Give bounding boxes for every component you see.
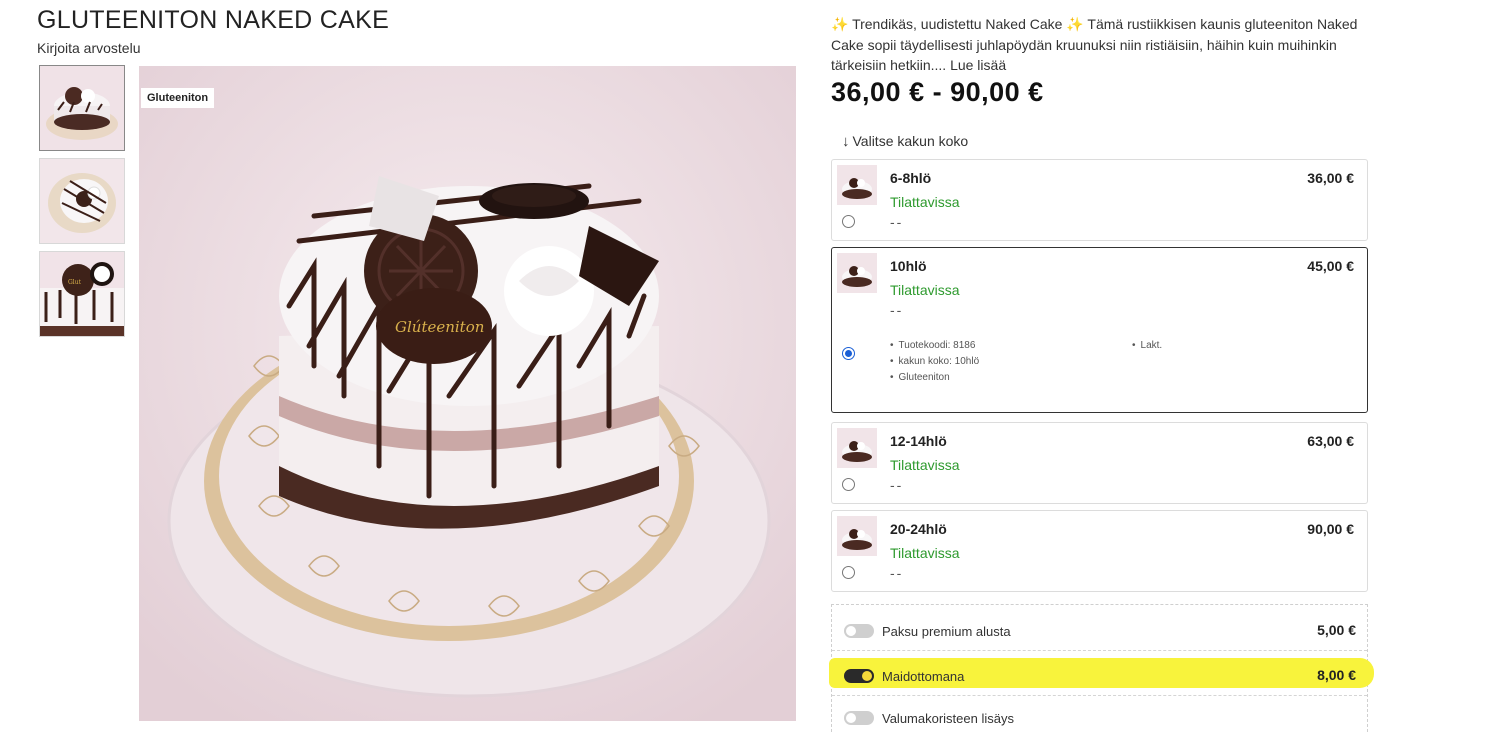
addon-toggle[interactable]	[844, 624, 874, 638]
option-price: 36,00 €	[1307, 170, 1354, 186]
option-status: Tilattavissa	[890, 282, 960, 298]
addon-price: 8,00 €	[1317, 667, 1356, 683]
thumbnail-1[interactable]	[39, 65, 125, 151]
option-name: 6-8hlö	[890, 170, 932, 186]
divider	[832, 695, 1367, 696]
gluten-free-badge: Gluteeniton	[141, 88, 215, 108]
option-name: 20-24hlö	[890, 521, 947, 537]
divider	[832, 650, 1367, 651]
option-radio[interactable]	[842, 566, 855, 579]
option-dash: --	[890, 477, 904, 493]
size-option-10[interactable]: 10hlö Tilattavissa -- 45,00 € Tuotekoodi…	[831, 247, 1368, 413]
description-text: ✨ Trendikäs, uudistettu Naked Cake ✨ Täm…	[831, 16, 1358, 73]
option-radio[interactable]	[842, 478, 855, 491]
option-name: 10hlö	[890, 258, 927, 274]
option-details: Tuotekoodi: 8186 kakun koko: 10hlö Glute…	[890, 338, 979, 386]
option-thumbnail	[837, 165, 877, 205]
detail-item: Tuotekoodi: 8186	[890, 340, 975, 351]
option-dash: --	[890, 565, 904, 581]
detail-item: Gluteeniton	[890, 372, 950, 383]
price-range: 36,00 € - 90,00 €	[831, 77, 1044, 107]
addon-price: 5,00 €	[1317, 622, 1356, 638]
thumbnail-2[interactable]	[39, 158, 125, 244]
addon-dairy-free[interactable]: Maidottomana 8,00 €	[829, 655, 1374, 695]
size-option-6-8[interactable]: 6-8hlö Tilattavissa -- 36,00 €	[831, 159, 1368, 241]
product-description: ✨ Trendikäs, uudistettu Naked Cake ✨ Täm…	[831, 14, 1371, 76]
option-details-right: Lakt.	[1132, 338, 1162, 354]
option-dash: --	[890, 302, 904, 318]
toggle-knob	[862, 671, 872, 681]
size-selector-label: ↓ Valitse kakun koko	[842, 133, 968, 150]
read-more-link[interactable]: Lue lisää	[950, 57, 1006, 73]
size-option-12-14[interactable]: 12-14hlö Tilattavissa -- 63,00 €	[831, 422, 1368, 504]
size-option-20-24[interactable]: 20-24hlö Tilattavissa -- 90,00 €	[831, 510, 1368, 592]
addon-toggle[interactable]	[844, 669, 874, 683]
toggle-knob	[846, 713, 856, 723]
addon-drip-decoration[interactable]: Valumakoristeen lisäys	[832, 697, 1367, 737]
option-name: 12-14hlö	[890, 433, 947, 449]
thumbnail-list: Glut	[39, 65, 127, 344]
write-review-link[interactable]: Kirjoita arvostelu	[37, 40, 141, 56]
detail-item: kakun koko: 10hlö	[890, 356, 979, 367]
size-label-text: Valitse kakun koko	[852, 133, 969, 149]
svg-text:Glúteeniton: Glúteeniton	[395, 318, 484, 336]
addons-list: Paksu premium alusta 5,00 € Maidottomana…	[829, 604, 1374, 732]
arrow-down-icon: ↓	[842, 133, 850, 150]
detail-item: Lakt.	[1132, 340, 1162, 351]
addon-label: Paksu premium alusta	[882, 624, 1011, 639]
option-price: 63,00 €	[1307, 433, 1354, 449]
option-status: Tilattavissa	[890, 457, 960, 473]
addon-label: Maidottomana	[882, 669, 965, 684]
option-thumbnail	[837, 253, 877, 293]
option-thumbnail	[837, 428, 877, 468]
addon-toggle[interactable]	[844, 711, 874, 725]
product-main-image[interactable]: Glúteeniton	[139, 66, 796, 721]
product-title: GLUTEENITON NAKED CAKE	[37, 6, 390, 34]
option-price: 45,00 €	[1307, 258, 1354, 274]
option-radio[interactable]	[842, 215, 855, 228]
thumbnail-3[interactable]: Glut	[39, 251, 125, 337]
option-price: 90,00 €	[1307, 521, 1354, 537]
addon-premium-base[interactable]: Paksu premium alusta 5,00 €	[832, 610, 1367, 650]
option-radio[interactable]	[842, 347, 855, 360]
option-status: Tilattavissa	[890, 545, 960, 561]
option-dash: --	[890, 214, 904, 230]
option-thumbnail	[837, 516, 877, 556]
toggle-knob	[846, 626, 856, 636]
option-status: Tilattavissa	[890, 194, 960, 210]
addon-label: Valumakoristeen lisäys	[882, 711, 1014, 726]
svg-text:Glut: Glut	[68, 279, 82, 286]
